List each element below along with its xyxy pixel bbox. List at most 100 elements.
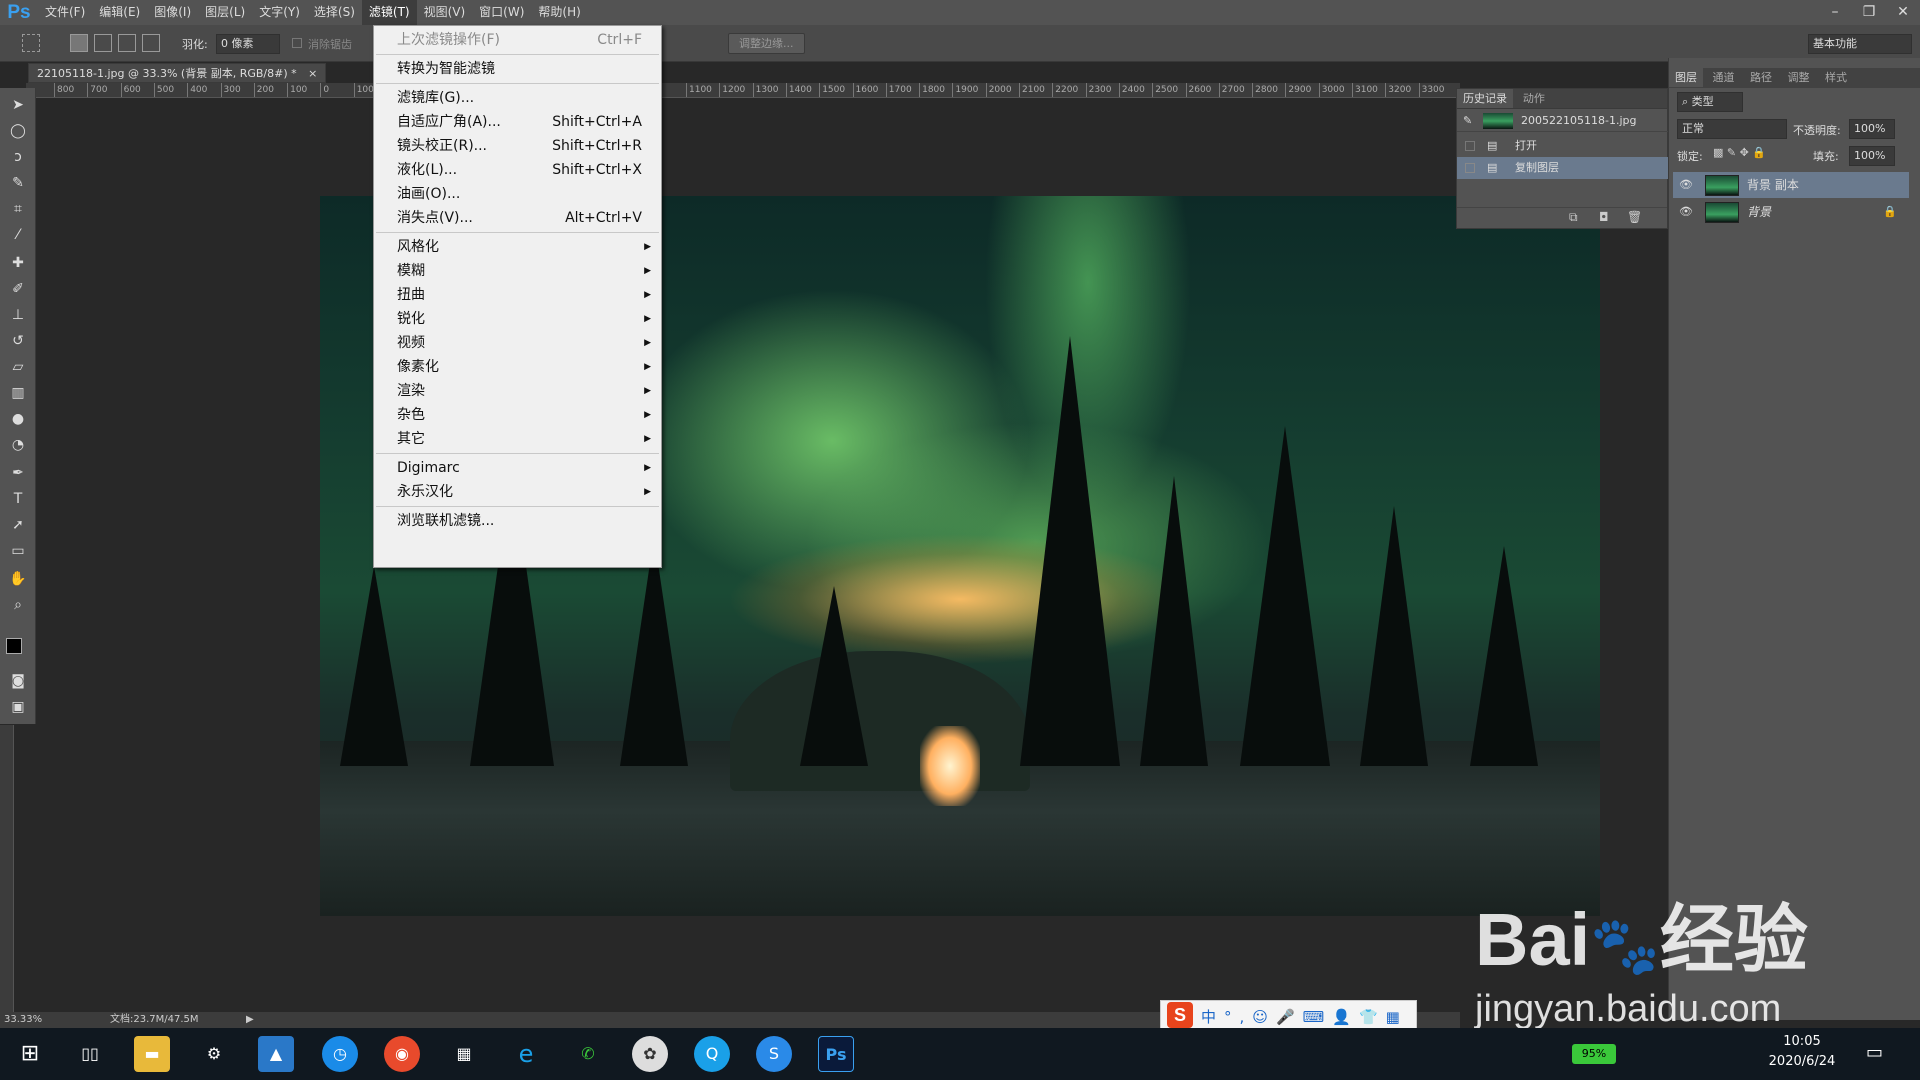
new-selection-icon[interactable] — [70, 34, 88, 52]
shape-icon[interactable]: ▭ — [7, 540, 29, 562]
chrome-icon[interactable]: ◉ — [384, 1036, 420, 1072]
blend-mode-select[interactable]: 正常 — [1677, 119, 1787, 139]
filter-menu-item[interactable]: 像素化 ▶ — [374, 355, 661, 379]
ellipse-marquee-icon[interactable]: ◯ — [7, 120, 29, 142]
history-snapshot[interactable]: ✎ 200522105118-1.jpg — [1457, 110, 1669, 132]
camera-icon[interactable]: ◘ — [1599, 210, 1609, 224]
menu-type[interactable]: 文字(Y) — [252, 0, 307, 25]
tab-layers[interactable]: 图层 — [1669, 68, 1703, 87]
filter-menu-item[interactable]: 杂色 ▶ — [374, 403, 661, 427]
history-checkbox[interactable] — [1465, 141, 1475, 151]
restore-icon[interactable]: ❐ — [1852, 0, 1886, 25]
move-tool-icon[interactable]: ➤ — [7, 94, 29, 116]
history-checkbox[interactable] — [1465, 163, 1475, 173]
close-icon[interactable]: ✕ — [1886, 0, 1920, 25]
menu-window[interactable]: 窗口(W) — [472, 0, 531, 25]
menu-edit[interactable]: 编辑(E) — [92, 0, 147, 25]
history-brush-source-icon[interactable]: ✎ — [1463, 110, 1472, 132]
clock-app-icon[interactable]: ◷ — [322, 1036, 358, 1072]
eyedropper-icon[interactable]: ⁄ — [7, 224, 29, 246]
refine-edge-button[interactable]: 调整边缘... — [728, 33, 805, 54]
new-document-icon[interactable]: ⧉ — [1569, 210, 1578, 225]
tab-styles[interactable]: 样式 — [1819, 68, 1853, 87]
tab-history[interactable]: 历史记录 — [1457, 89, 1513, 108]
menu-image[interactable]: 图像(I) — [147, 0, 198, 25]
filter-menu-item[interactable]: 转换为智能滤镜 — [374, 57, 661, 81]
wechat-icon[interactable]: ✆ — [570, 1036, 606, 1072]
menu-filter[interactable]: 滤镜(T) — [361, 0, 417, 25]
layer-row[interactable]: 👁 背景 🔒 — [1673, 199, 1909, 225]
quick-mask-icon[interactable]: ◙ — [7, 670, 29, 692]
task-view-icon[interactable]: ▯▯ — [72, 1036, 108, 1072]
filter-menu-item[interactable]: 消失点(V)... Alt+Ctrl+V — [374, 206, 661, 230]
tab-adjustments[interactable]: 调整 — [1782, 68, 1816, 87]
workspace-select[interactable]: 基本功能 — [1808, 34, 1912, 54]
sogou-logo-icon[interactable]: S — [1167, 1002, 1193, 1028]
feather-input[interactable]: 0 像素 — [216, 34, 280, 54]
notification-icon[interactable]: ▭ — [1866, 1042, 1883, 1063]
filter-menu-item[interactable]: 风格化 ▶ — [374, 235, 661, 259]
status-menu-arrow-icon[interactable]: ▶ — [246, 1012, 254, 1028]
menu-file[interactable]: 文件(F) — [38, 0, 92, 25]
windows-start-icon[interactable]: ⊞ — [12, 1036, 48, 1072]
rect-marquee-icon[interactable] — [22, 34, 40, 52]
dodge-icon[interactable]: ◔ — [7, 434, 29, 456]
tab-actions[interactable]: 动作 — [1517, 89, 1551, 108]
store-icon[interactable]: ▦ — [446, 1036, 482, 1072]
clock-date[interactable]: 2020/6/24 — [1762, 1054, 1842, 1069]
screen-mode-icon[interactable]: ▣ — [7, 696, 29, 718]
filter-menu-item[interactable]: 滤镜库(G)... — [374, 86, 661, 110]
hand-icon[interactable]: ✋ — [7, 568, 29, 590]
opacity-input[interactable]: 100% — [1849, 119, 1895, 139]
lock-pixels-icon[interactable]: ▩ ✎ ✥ 🔒 — [1713, 146, 1766, 159]
history-brush-icon[interactable]: ↺ — [7, 330, 29, 352]
menu-view[interactable]: 视图(V) — [417, 0, 473, 25]
intersect-selection-icon[interactable] — [142, 34, 160, 52]
blur-icon[interactable]: ● — [7, 408, 29, 430]
sogou-app-icon[interactable]: S — [756, 1036, 792, 1072]
visibility-eye-icon[interactable]: 👁 — [1679, 172, 1693, 198]
tab-paths[interactable]: 路径 — [1744, 68, 1778, 87]
menu-layer[interactable]: 图层(L) — [198, 0, 252, 25]
filter-menu-item[interactable]: 油画(O)... — [374, 182, 661, 206]
visibility-eye-icon[interactable]: 👁 — [1679, 199, 1693, 225]
filter-menu-item[interactable]: 其它 ▶ — [374, 427, 661, 451]
add-selection-icon[interactable] — [94, 34, 112, 52]
gradient-icon[interactable]: ▥ — [7, 382, 29, 404]
document-tab[interactable]: 22105118-1.jpg @ 33.3% (背景 副本, RGB/8#) *… — [28, 63, 327, 83]
filter-menu-item[interactable]: 永乐汉化 ▶ — [374, 480, 661, 504]
brush-icon[interactable]: ✐ — [7, 278, 29, 300]
subtract-selection-icon[interactable] — [118, 34, 136, 52]
filter-menu-item[interactable]: 扭曲 ▶ — [374, 283, 661, 307]
filter-menu-item[interactable]: 渲染 ▶ — [374, 379, 661, 403]
zoom-level[interactable]: 33.33% — [4, 1012, 42, 1028]
file-explorer-icon[interactable]: ▬ — [134, 1036, 170, 1072]
ime-icons[interactable]: 中°,☺🎤⌨👤👕▦ — [1201, 1006, 1408, 1027]
menu-select[interactable]: 选择(S) — [307, 0, 362, 25]
healing-brush-icon[interactable]: ✚ — [7, 252, 29, 274]
menu-help[interactable]: 帮助(H) — [531, 0, 587, 25]
filter-menu-item[interactable]: 浏览联机滤镜... — [374, 509, 661, 533]
filter-menu-item[interactable]: Digimarc ▶ — [374, 456, 661, 480]
clock-time[interactable]: 10:05 — [1762, 1034, 1842, 1049]
tab-channels[interactable]: 通道 — [1707, 68, 1741, 87]
close-tab-icon[interactable]: × — [308, 67, 317, 80]
filter-menu-item[interactable]: 液化(L)... Shift+Ctrl+X — [374, 158, 661, 182]
antialias-checkbox[interactable] — [292, 38, 302, 48]
pen-icon[interactable]: ✒ — [7, 462, 29, 484]
photoshop-taskbar-icon[interactable]: Ps — [818, 1036, 854, 1072]
settings-gear-icon[interactable]: ⚙ — [196, 1036, 232, 1072]
crop-icon[interactable]: ⌗ — [7, 198, 29, 220]
foreground-color-swatch[interactable] — [6, 638, 22, 654]
photos-icon[interactable]: ▲ — [258, 1036, 294, 1072]
minimize-icon[interactable]: – — [1818, 0, 1852, 25]
layer-row-selected[interactable]: 👁 背景 副本 — [1673, 172, 1909, 198]
quick-select-icon[interactable]: ✎ — [7, 172, 29, 194]
zoom-icon[interactable]: ⌕ — [7, 594, 29, 616]
qq-browser-icon[interactable]: Q — [694, 1036, 730, 1072]
filter-menu-item[interactable]: 自适应广角(A)... Shift+Ctrl+A — [374, 110, 661, 134]
lasso-icon[interactable]: ↄ — [7, 146, 29, 168]
filter-menu-item[interactable]: 锐化 ▶ — [374, 307, 661, 331]
trash-icon[interactable]: 🗑 — [1627, 210, 1642, 224]
history-entry[interactable]: ▤ 打开 — [1457, 135, 1669, 157]
